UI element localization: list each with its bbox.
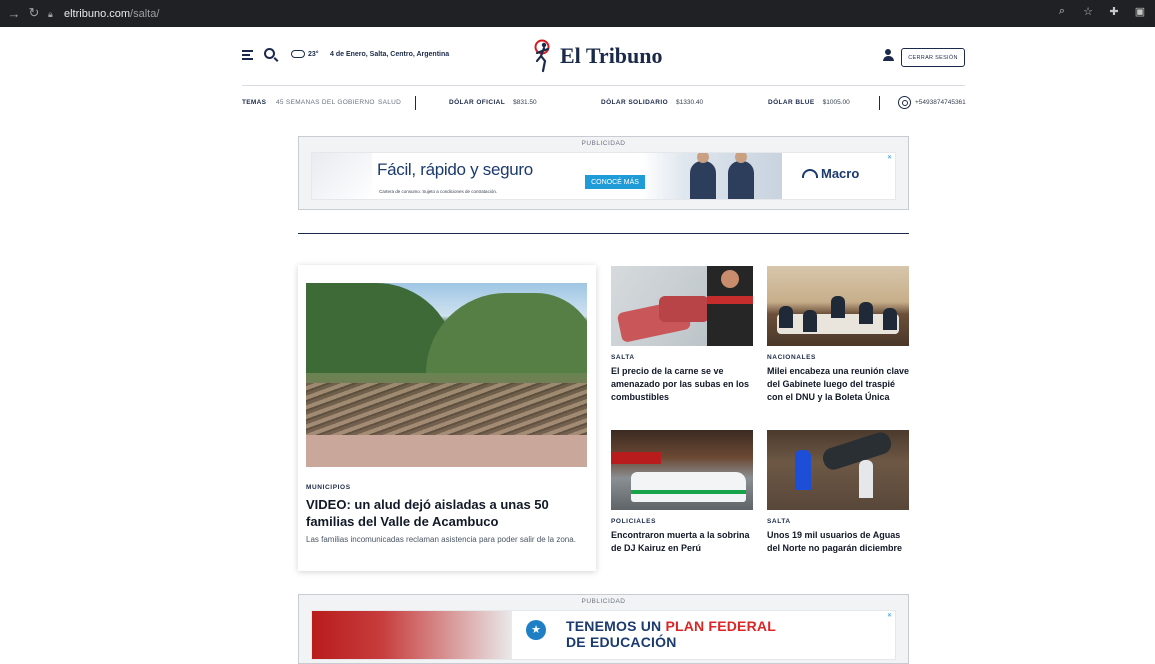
ad-close-icon[interactable]: ✕: [887, 612, 892, 619]
topics-label: TEMAS: [242, 99, 267, 106]
topics-bar: TEMAS 45 SEMANAS DEL GOBIERNO SALUD DÓLA…: [242, 96, 966, 110]
article-card[interactable]: SALTA Unos 19 mil usuarios de Aguas del …: [767, 430, 910, 555]
date-location: 4 de Enero, Salta, Centro, Argentina: [330, 51, 450, 58]
ad-brand: Macro: [821, 166, 860, 181]
article-card[interactable]: SALTA El precio de la carne se ve amenaz…: [611, 266, 754, 404]
ad-close-icon[interactable]: ✕: [887, 154, 892, 161]
article-category[interactable]: MUNICIPIOS: [306, 484, 351, 491]
article-image[interactable]: [611, 430, 753, 510]
ad-line1-b: PLAN FEDERAL: [665, 618, 776, 634]
url-host: eltribuno.com: [64, 8, 131, 20]
ad-brand-logo: Macro: [802, 166, 859, 181]
article-title[interactable]: VIDEO: un alud dejó aisladas a unas 50 f…: [306, 496, 591, 530]
reload-icon[interactable]: ↻: [22, 5, 46, 21]
article-title[interactable]: Milei encabeza una reunión clave del Gab…: [767, 365, 910, 404]
article-category[interactable]: SALTA: [767, 518, 910, 525]
site-header: 23° 4 de Enero, Salta, Centro, Argentina…: [242, 36, 965, 80]
user-icon[interactable]: [882, 49, 894, 62]
article-title[interactable]: Unos 19 mil usuarios de Aguas del Norte …: [767, 529, 910, 555]
article-category[interactable]: NACIONALES: [767, 354, 910, 361]
feature-article[interactable]: MUNICIPIOS VIDEO: un alud dejó aisladas …: [298, 265, 596, 571]
exchange-rate: DÓLAR SOLIDARIO $1330.40: [601, 99, 703, 106]
ad-label: PUBLICIDAD: [581, 598, 626, 605]
topic-link[interactable]: 45 SEMANAS DEL GOBIERNO: [276, 99, 375, 106]
article-image[interactable]: [767, 430, 909, 510]
article-title[interactable]: Encontraron muerta a la sobrina de DJ Ka…: [611, 529, 754, 555]
ad-photo: [312, 611, 512, 659]
macro-logo-icon: [802, 169, 818, 178]
ad-fine-print: Cartera de consumo. Sujeto a condiciones…: [379, 189, 498, 194]
ad-photo: [642, 153, 782, 199]
ad-line1-a: TENEMOS UN: [566, 618, 666, 634]
url-text[interactable]: eltribuno.com/salta/: [64, 8, 159, 20]
exchange-name: DÓLAR SOLIDARIO: [601, 99, 669, 106]
exchange-rate: DÓLAR OFICIAL $831.50: [449, 99, 537, 106]
article-image[interactable]: [611, 266, 753, 346]
article-card[interactable]: POLICIALES Encontraron muerta a la sobri…: [611, 430, 754, 555]
article-subtitle: Las familias incomunicadas reclaman asis…: [306, 535, 576, 544]
zoom-icon[interactable]: ⌕: [1055, 5, 1069, 18]
menu-icon[interactable]: [242, 50, 253, 62]
ad-banner-top: PUBLICIDAD Fácil, rápido y seguro Carter…: [298, 136, 909, 210]
bookmark-star-icon[interactable]: ☆: [1081, 5, 1095, 18]
topic-link[interactable]: SALUD: [378, 99, 401, 106]
extensions-icon[interactable]: ✚: [1107, 5, 1121, 18]
article-category[interactable]: POLICIALES: [611, 518, 754, 525]
star-emblem-icon: ★: [526, 620, 546, 640]
article-title[interactable]: El precio de la carne se ve amenazado po…: [611, 365, 754, 404]
article-card[interactable]: NACIONALES Milei encabeza una reunión cl…: [767, 266, 910, 404]
article-image[interactable]: [767, 266, 909, 346]
ad-headline: Fácil, rápido y seguro: [377, 160, 533, 179]
ad-line2: DE EDUCACIÓN: [566, 634, 677, 650]
feature-image[interactable]: [306, 283, 587, 467]
exchange-value: $831.50: [513, 99, 537, 106]
ad-creative[interactable]: ★ TENEMOS UN PLAN FEDERAL DE EDUCACIÓN ✕: [311, 610, 896, 660]
whatsapp-number: +5493874745361: [915, 99, 966, 106]
logo-text: El Tribuno: [560, 43, 663, 68]
site-logo[interactable]: El Tribuno: [533, 38, 663, 74]
exchange-name: DÓLAR OFICIAL: [449, 99, 506, 106]
exchange-value: $1330.40: [676, 99, 704, 106]
side-panel-icon[interactable]: ▣: [1133, 5, 1147, 18]
divider: [415, 96, 416, 110]
search-icon[interactable]: [264, 48, 275, 59]
divider: [879, 96, 880, 110]
whatsapp-icon: [898, 96, 911, 109]
exchange-value: $1005.00: [822, 99, 850, 106]
ad-creative[interactable]: Fácil, rápido y seguro Cartera de consum…: [311, 152, 896, 200]
logo-runner-icon: [534, 39, 550, 73]
lock-icon[interactable]: 🔒︎: [48, 9, 64, 20]
whatsapp-link[interactable]: +5493874745361: [898, 96, 966, 109]
header-divider: [242, 85, 965, 86]
ad-headline: TENEMOS UN PLAN FEDERAL DE EDUCACIÓN: [566, 618, 776, 650]
url-path: /salta/: [130, 8, 160, 20]
address-bar[interactable]: 🔒︎ eltribuno.com/salta/: [48, 4, 1108, 24]
article-category[interactable]: SALTA: [611, 354, 754, 361]
cloud-icon: [291, 50, 305, 58]
ad-cta-button[interactable]: CONOCÉ MÁS: [585, 175, 645, 189]
ad-banner-bottom: PUBLICIDAD ★ TENEMOS UN PLAN FEDERAL DE …: [298, 594, 909, 664]
ad-label: PUBLICIDAD: [581, 140, 626, 147]
logout-button[interactable]: CERRAR SESIÓN: [901, 48, 965, 67]
browser-toolbar: → ↻ 🔒︎ eltribuno.com/salta/ ⌕ ☆ ✚ ▣: [0, 0, 1155, 27]
temperature: 23°: [308, 51, 319, 58]
section-divider: [298, 233, 909, 234]
exchange-rate: DÓLAR BLUE $1005.00: [768, 99, 850, 106]
exchange-name: DÓLAR BLUE: [768, 99, 815, 106]
